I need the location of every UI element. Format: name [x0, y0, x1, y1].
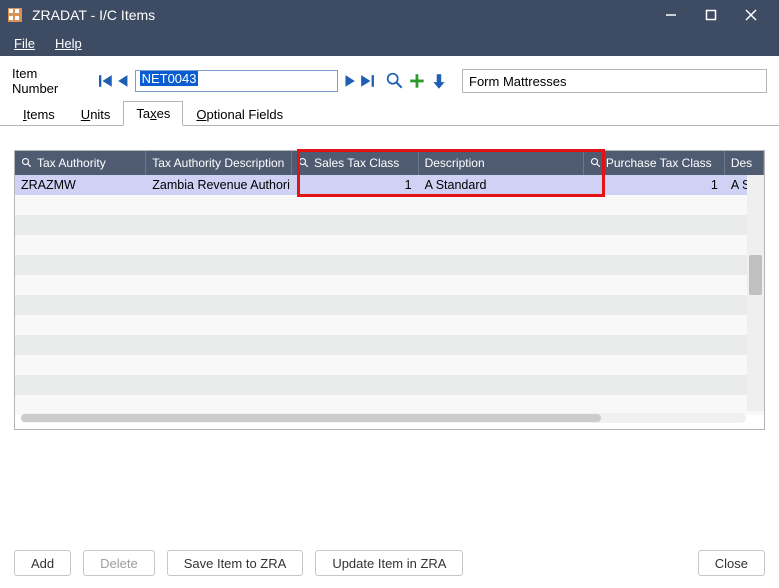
- menu-help[interactable]: Help: [45, 36, 92, 51]
- title-bar: ZRADAT - I/C Items: [0, 0, 779, 30]
- tab-taxes[interactable]: Taxes: [123, 101, 183, 126]
- update-in-zra-button[interactable]: Update Item in ZRA: [315, 550, 463, 576]
- drilldown-icon[interactable]: [430, 72, 448, 90]
- add-icon[interactable]: [408, 72, 426, 90]
- cell-tax-authority[interactable]: ZRAZMW: [15, 175, 146, 195]
- cell-tax-authority-desc[interactable]: Zambia Revenue Authori...: [146, 175, 292, 195]
- next-record-button[interactable]: [342, 73, 356, 89]
- table-row[interactable]: ZRAZMW Zambia Revenue Authori... 1 A Sta…: [15, 175, 764, 195]
- minimize-button[interactable]: [651, 0, 691, 30]
- cell-purchase-tax-class[interactable]: 1: [584, 175, 725, 195]
- item-number-label: Item Number: [12, 66, 87, 96]
- tab-items[interactable]: Items: [10, 102, 68, 126]
- app-icon: [8, 8, 22, 22]
- grid-body[interactable]: ZRAZMW Zambia Revenue Authori... 1 A Sta…: [15, 175, 764, 429]
- window-title: ZRADAT - I/C Items: [32, 7, 155, 23]
- tab-content: Tax Authority Tax Authority Description …: [0, 126, 779, 538]
- item-number-input[interactable]: NET0043: [135, 70, 339, 92]
- prev-record-button[interactable]: [117, 73, 131, 89]
- col-desc2[interactable]: Des: [725, 151, 764, 175]
- close-window-button[interactable]: [731, 0, 771, 30]
- col-purchase-tax-class[interactable]: Purchase Tax Class: [584, 151, 725, 175]
- col-tax-authority[interactable]: Tax Authority: [15, 151, 146, 175]
- maximize-button[interactable]: [691, 0, 731, 30]
- save-to-zra-button[interactable]: Save Item to ZRA: [167, 550, 304, 576]
- vertical-scrollbar[interactable]: [747, 175, 764, 411]
- tax-grid[interactable]: Tax Authority Tax Authority Description …: [14, 150, 765, 430]
- add-button[interactable]: Add: [14, 550, 71, 576]
- delete-button[interactable]: Delete: [83, 550, 155, 576]
- tab-optional-fields[interactable]: Optional Fields: [183, 102, 296, 126]
- first-record-button[interactable]: [99, 73, 113, 89]
- tab-strip: Items Units Taxes Optional Fields: [0, 102, 779, 126]
- tab-units[interactable]: Units: [68, 102, 124, 126]
- horizontal-scrollbar[interactable]: [21, 413, 746, 423]
- cell-description[interactable]: A Standard: [419, 175, 584, 195]
- item-number-row: Item Number NET0043: [0, 56, 779, 102]
- item-description-input[interactable]: [462, 69, 767, 93]
- cell-sales-tax-class[interactable]: 1: [292, 175, 418, 195]
- grid-header-row: Tax Authority Tax Authority Description …: [15, 151, 764, 175]
- col-sales-tax-class[interactable]: Sales Tax Class: [292, 151, 418, 175]
- last-record-button[interactable]: [360, 73, 374, 89]
- finder-icon[interactable]: [386, 72, 404, 90]
- menu-bar: File Help: [0, 30, 779, 56]
- menu-file[interactable]: File: [4, 36, 45, 51]
- footer-buttons: Add Delete Save Item to ZRA Update Item …: [0, 538, 779, 588]
- col-description[interactable]: Description: [419, 151, 584, 175]
- close-button[interactable]: Close: [698, 550, 765, 576]
- col-tax-authority-desc[interactable]: Tax Authority Description: [146, 151, 292, 175]
